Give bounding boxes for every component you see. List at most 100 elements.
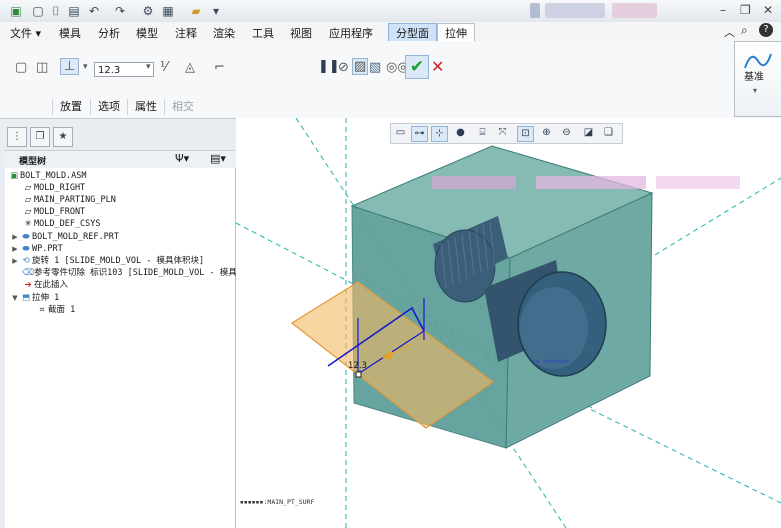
depth-value-text: 12.3 xyxy=(98,65,121,76)
display-style-icon[interactable]: ◪ xyxy=(581,126,596,140)
menu-tab-model[interactable]: 模型 xyxy=(136,25,158,41)
menu-tab-analysis[interactable]: 分析 xyxy=(98,25,120,41)
depth-drag-handle[interactable] xyxy=(355,371,362,378)
tree-item-label: 参考零件切除 标识103 [SLIDE_MOLD_VOL - 模具 xyxy=(34,268,237,278)
ok-check-icon[interactable]: ✔ xyxy=(405,55,429,79)
zoom-out-icon[interactable]: ⊖ xyxy=(559,126,574,140)
insert-here-icon: ➔ xyxy=(24,280,32,290)
menu-bar: 文件 ▾ 模具 分析 模型 注释 渲染 工具 视图 应用程序 分型面 拉伸 ︿ … xyxy=(0,22,781,43)
status-label: ▪▪▪▪▪▪:MAIN_PT_SURF xyxy=(240,498,314,506)
model-tree-tab-icon[interactable]: ⋮ xyxy=(7,127,27,147)
part-icon: ⬬ xyxy=(22,232,30,242)
help-icon[interactable]: ? xyxy=(759,23,773,37)
customize-toolbar-icon[interactable]: ▾ xyxy=(208,3,224,19)
tree-item-cut[interactable]: ⌫参考零件切除 标识103 [SLIDE_MOLD_VOL - 模具 xyxy=(22,267,237,279)
expand-icon[interactable]: ▶ xyxy=(10,243,20,255)
windows-icon[interactable]: ▦ xyxy=(160,3,176,19)
model-tree-header: 模型树 Ψ▾ ▤▾ xyxy=(5,150,235,170)
blurred-overlay-block xyxy=(656,176,740,189)
menu-tab-annotate[interactable]: 注释 xyxy=(175,25,197,41)
ribbon-collapse-icon[interactable]: ︿ xyxy=(724,24,735,40)
tree-item-label: WP.PRT xyxy=(32,244,63,254)
subtab-options[interactable]: 选项 xyxy=(90,99,127,115)
tree-item-assembly[interactable]: ▣ BOLT_MOLD.ASM xyxy=(8,170,87,182)
favorites-tab-icon[interactable]: ★ xyxy=(53,127,73,147)
graphics-window[interactable]: 12.3 ◇ ◇◇◇◇◇◇◇ xyxy=(236,118,781,528)
tree-item-label: BOLT_MOLD_REF.PRT xyxy=(32,232,119,242)
depth-options-dropdown-icon[interactable]: ▾ xyxy=(83,62,88,72)
menu-tab-extrude[interactable]: 拉伸 xyxy=(437,23,475,42)
new-icon[interactable]: ▢ xyxy=(30,3,46,19)
tree-item-datum-plane[interactable]: ▱ MAIN_PARTING_PLN xyxy=(22,194,116,206)
quick-access-toolbar: ▣ ▢ ⌷ ▤ ↶ ↷ ⚙ ▦ ▰ ▾ – ❐ ✕ xyxy=(0,0,781,23)
close-icon[interactable]: ✕ xyxy=(763,3,773,17)
tree-settings-icon[interactable]: Ψ▾ xyxy=(175,152,189,165)
depth-blind-icon[interactable]: ⊥ xyxy=(60,58,80,75)
tree-item-part[interactable]: ▶ ⬬ BOLT_MOLD_REF.PRT xyxy=(10,231,119,243)
axis-display-icon[interactable]: ⊹ xyxy=(431,126,448,142)
datum-group-button[interactable]: 基准 ▾ xyxy=(734,41,781,117)
open-icon[interactable]: ⌷ xyxy=(48,3,64,19)
expand-icon[interactable]: ▶ xyxy=(10,231,20,243)
undo-icon[interactable]: ↶ xyxy=(86,3,102,19)
search-icon[interactable]: ⌕ xyxy=(741,23,748,38)
remove-material-icon[interactable]: ◬ xyxy=(185,60,195,75)
zoom-in-icon[interactable]: ⊕ xyxy=(539,126,554,140)
save-icon[interactable]: ▤ xyxy=(66,3,82,19)
tree-item-datum-plane[interactable]: ▱ MOLD_FRONT xyxy=(22,206,85,218)
subtab-placement[interactable]: 放置 xyxy=(52,99,89,115)
depth-dimension-label[interactable]: 12.3 xyxy=(348,361,367,371)
folder-browser-tab-icon[interactable]: ❐ xyxy=(30,127,50,147)
menu-tab-render[interactable]: 渲染 xyxy=(213,25,235,41)
minimize-icon[interactable]: – xyxy=(720,3,726,17)
menu-tab-applications[interactable]: 应用程序 xyxy=(329,25,373,41)
menu-tab-parting-surface[interactable]: 分型面 xyxy=(388,23,437,43)
blurred-overlay-block xyxy=(432,176,516,189)
tree-item-label: 旋转 1 [SLIDE_MOLD_VOL - 模具体积块] xyxy=(32,256,205,266)
menu-tab-tools[interactable]: 工具 xyxy=(252,25,274,41)
view-manager-icon[interactable]: ❏ xyxy=(601,126,616,140)
datum-group-label: 基准 xyxy=(744,72,764,83)
flip-direction-icon[interactable]: ⅟ xyxy=(160,60,167,75)
verify-icon[interactable]: ▧ xyxy=(369,60,381,75)
subtab-intersect[interactable]: 相交 xyxy=(164,99,201,115)
part-icon: ⬬ xyxy=(22,244,30,254)
preview-icon[interactable]: ▨ xyxy=(352,58,369,75)
menu-tab-view[interactable]: 视图 xyxy=(290,25,312,41)
blurred-title-block xyxy=(530,3,540,18)
extrude-surface-icon[interactable]: ◫ xyxy=(36,60,48,75)
tree-item-insert-here[interactable]: ➔ 在此插入 xyxy=(22,279,68,291)
csys-display-icon[interactable]: ⤧ xyxy=(495,126,510,140)
thicken-icon[interactable]: ⌐ xyxy=(214,60,225,75)
blurred-title-block xyxy=(612,3,657,18)
tree-item-datum-plane[interactable]: ▱ MOLD_RIGHT xyxy=(22,182,85,194)
tree-item-sketch[interactable]: ⌗ 截面 1 xyxy=(36,304,76,316)
point-display-icon[interactable]: ● xyxy=(453,126,468,140)
graphics-toolbar: ▭ ⊶ ⊹ ● ⌸ ⤧ ⊡ ⊕ ⊖ ◪ ❏ xyxy=(390,123,623,144)
pause-icon[interactable]: ❚❚ xyxy=(318,59,340,74)
extrude-solid-icon[interactable]: ▢ xyxy=(15,60,27,75)
tree-item-part[interactable]: ▶ ⬬ WP.PRT xyxy=(10,243,63,255)
subtab-properties[interactable]: 属性 xyxy=(127,99,164,115)
menu-tab-mold[interactable]: 模具 xyxy=(59,25,81,41)
tree-item-revolve[interactable]: ▶ ⟲ 旋转 1 [SLIDE_MOLD_VOL - 模具体积块] xyxy=(10,255,204,267)
regenerate-icon[interactable]: ⚙ xyxy=(140,3,156,19)
tree-item-csys[interactable]: ✳ MOLD_DEF_CSYS xyxy=(22,218,100,230)
no-preview-icon[interactable]: ⊘ xyxy=(338,60,349,75)
tree-item-extrude[interactable]: ▼ ⬒ 拉伸 1 xyxy=(10,292,59,304)
collapse-icon[interactable]: ▼ xyxy=(10,292,20,304)
tree-columns-icon[interactable]: ▤▾ xyxy=(210,152,226,165)
menu-file[interactable]: 文件 ▾ xyxy=(10,25,41,41)
redo-icon[interactable]: ↷ xyxy=(112,3,128,19)
cancel-x-icon[interactable]: ✕ xyxy=(431,57,444,76)
close-window-icon[interactable]: ▰ xyxy=(188,3,204,19)
expand-icon[interactable]: ▶ xyxy=(10,255,20,267)
depth-value-dropdown-icon[interactable]: ▾ xyxy=(146,62,151,72)
depth-value-input[interactable]: 12.3 xyxy=(94,62,154,77)
plane-display-icon[interactable]: ⊶ xyxy=(411,126,428,142)
repaint-icon[interactable]: ⌸ xyxy=(475,126,490,140)
tree-item-label: MOLD_RIGHT xyxy=(34,183,86,193)
saved-orientations-icon[interactable]: ▭ xyxy=(393,126,408,140)
restore-icon[interactable]: ❐ xyxy=(740,3,751,17)
refit-icon[interactable]: ⊡ xyxy=(517,126,534,142)
